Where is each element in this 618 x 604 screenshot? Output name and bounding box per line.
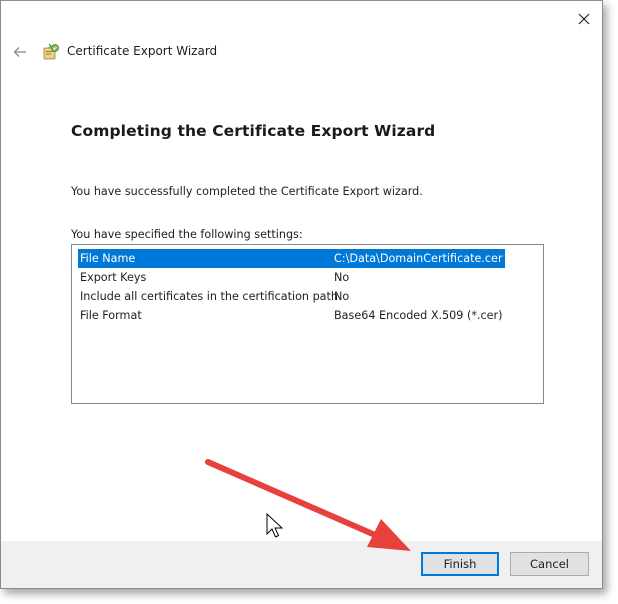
settings-row-file-format[interactable]: File Format Base64 Encoded X.509 (*.cer) [78, 306, 505, 325]
close-button[interactable] [567, 5, 601, 33]
settings-value: No [334, 271, 350, 284]
wizard-window: Certificate Export Wizard Completing the… [0, 0, 603, 589]
settings-value: C:\Data\DomainCertificate.cer [334, 252, 503, 265]
mouse-pointer-icon [266, 513, 284, 538]
settings-value: Base64 Encoded X.509 (*.cer) [334, 309, 503, 322]
wizard-title: Certificate Export Wizard [67, 44, 218, 58]
settings-value: No [334, 290, 350, 303]
settings-key: Export Keys [80, 271, 147, 284]
settings-key: File Format [80, 309, 142, 322]
page-heading: Completing the Certificate Export Wizard [71, 122, 436, 140]
settings-list[interactable]: File Name C:\Data\DomainCertificate.cer … [71, 244, 544, 404]
settings-row-file-name[interactable]: File Name C:\Data\DomainCertificate.cer [78, 249, 505, 268]
settings-row-include-certificates[interactable]: Include all certificates in the certific… [78, 287, 505, 306]
back-arrow-icon [13, 47, 26, 57]
settings-key: File Name [80, 252, 136, 265]
settings-key: Include all certificates in the certific… [80, 290, 339, 303]
settings-label: You have specified the following setting… [71, 228, 303, 241]
close-icon [578, 13, 590, 25]
finish-button[interactable]: Finish [421, 552, 499, 576]
settings-row-export-keys[interactable]: Export Keys No [78, 268, 505, 287]
cancel-button[interactable]: Cancel [510, 552, 589, 576]
success-message: You have successfully completed the Cert… [71, 185, 423, 198]
back-button[interactable] [9, 41, 31, 63]
certificate-wizard-icon [43, 43, 59, 60]
